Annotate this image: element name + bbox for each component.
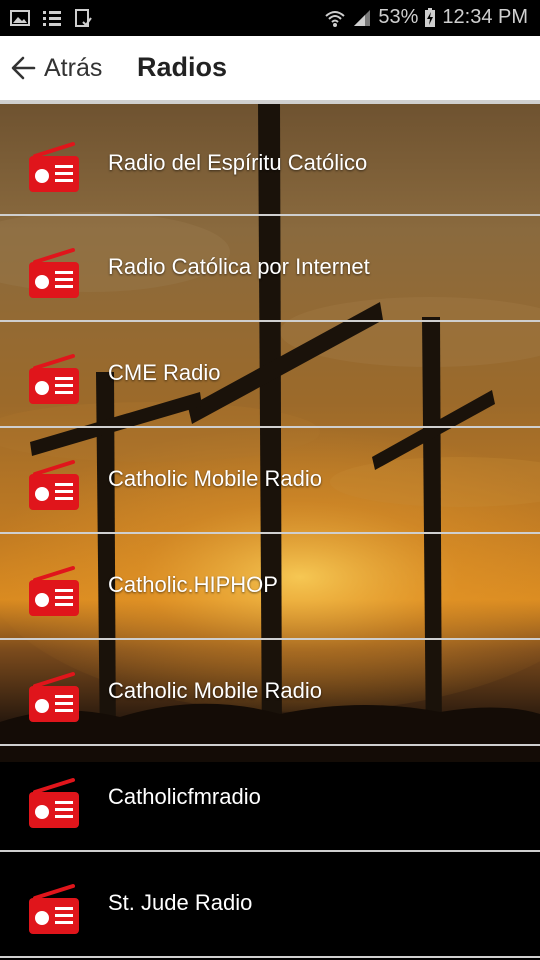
battery-percent: 53% [378, 6, 419, 28]
radio-list-item[interactable]: St. Jude Radio [0, 852, 540, 958]
radio-list-item[interactable]: CME Radio [0, 322, 540, 428]
back-label: Atrás [44, 53, 103, 82]
radio-icon [29, 672, 79, 722]
wifi-icon [325, 10, 346, 27]
radio-icon [29, 142, 79, 192]
radio-icon [29, 566, 79, 616]
clipboard-check-icon [75, 9, 92, 27]
system-icons: 53% 12:34 PM [324, 6, 528, 29]
radio-icon [29, 248, 79, 298]
radio-list-item[interactable]: Radio del Espíritu Católico [0, 102, 540, 216]
radio-name: Catholic Mobile Radio [108, 466, 322, 491]
radio-icon [29, 884, 79, 934]
radio-list-item[interactable]: Catholic Mobile Radio [0, 428, 540, 534]
radio-icon [29, 354, 79, 404]
radio-name: Catholicfmradio [108, 784, 261, 809]
radio-name: Catholic Mobile Radio [108, 678, 322, 703]
notification-icons [10, 8, 92, 28]
radio-icon [29, 460, 79, 510]
status-bar: 53% 12:34 PM [0, 0, 540, 36]
clock: 12:34 PM [442, 6, 528, 28]
arrow-left-icon [11, 56, 36, 80]
radio-icon [29, 778, 79, 828]
radio-name: Radio del Espíritu Católico [108, 150, 368, 175]
radio-name: Catholic.HIPHOP [108, 572, 278, 597]
list-icon [43, 11, 61, 26]
radio-list-item[interactable]: Radio Católica por Internet [0, 216, 540, 322]
radio-name: CME Radio [108, 360, 221, 385]
page-title: Radios [137, 52, 228, 82]
radio-list-item[interactable]: Catholic.HIPHOP [0, 534, 540, 640]
battery-charging-icon [425, 7, 436, 27]
back-button[interactable]: Atrás [10, 50, 102, 86]
radio-list: Radio del Espíritu Católico Radio Católi… [0, 102, 540, 958]
radio-list-item[interactable]: Catholicfmradio [0, 746, 540, 852]
radio-name: Radio Católica por Internet [108, 254, 370, 279]
signal-icon [354, 9, 371, 26]
radio-list-item[interactable]: Catholic Mobile Radio [0, 640, 540, 746]
app-bar: Atrás Radios [0, 36, 540, 102]
image-icon [10, 10, 30, 26]
radio-name: St. Jude Radio [108, 890, 253, 915]
